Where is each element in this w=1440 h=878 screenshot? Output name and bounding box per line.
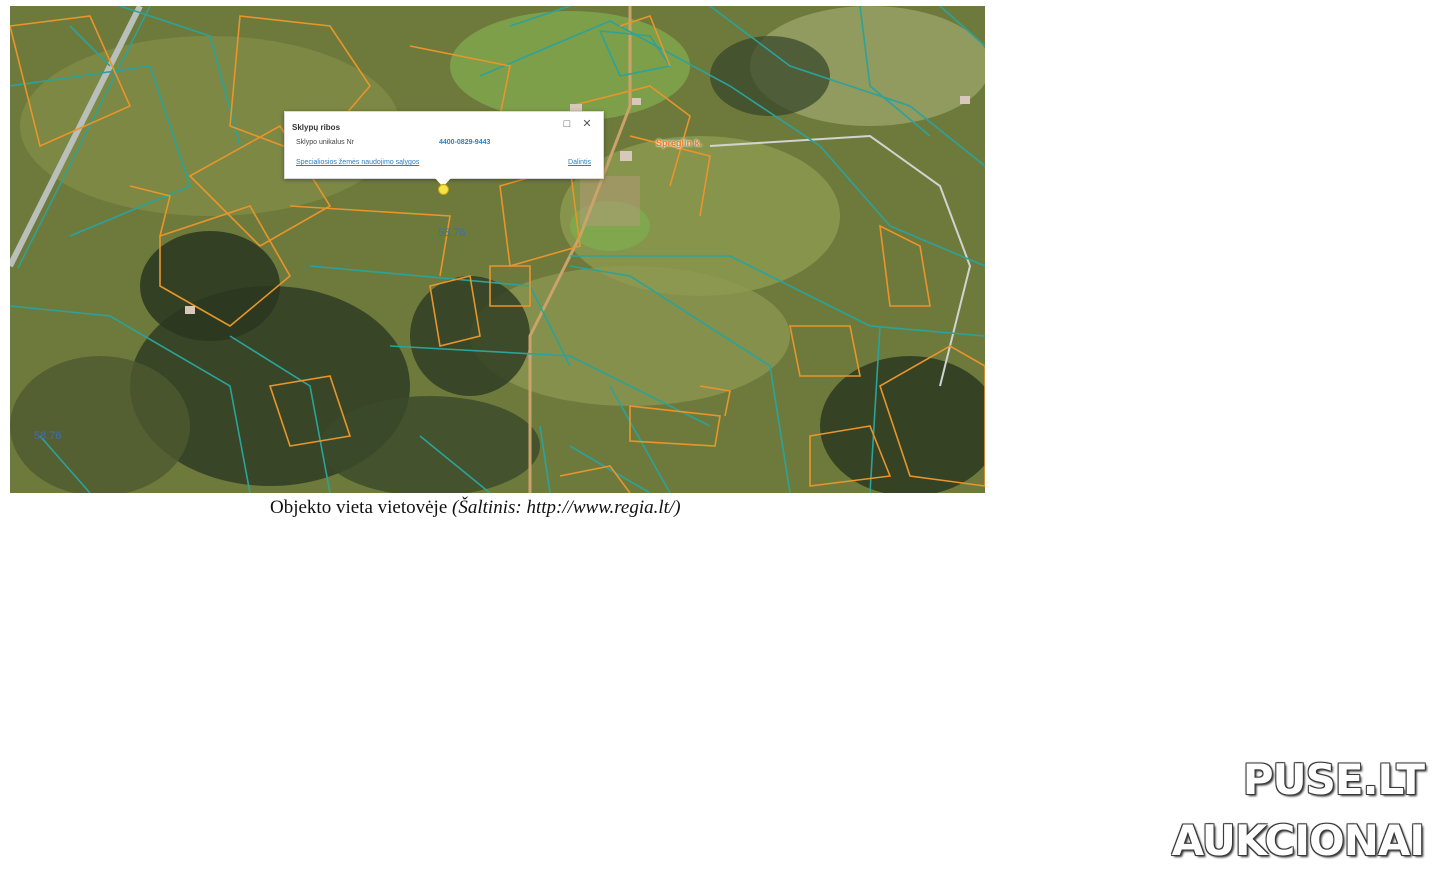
caption-text: Objekto vieta vietovėje [270, 497, 453, 518]
location-pin-icon[interactable] [438, 184, 449, 195]
watermark-line1: PUSE.LT [1242, 755, 1425, 804]
watermark-line2: AUKCIONAI [1171, 816, 1425, 865]
maximize-icon[interactable]: □ [561, 118, 573, 130]
parcel-area-label: 58.76 [438, 227, 466, 239]
caption-source: (Šaltinis: http://www.regia.lt/) [452, 497, 681, 518]
parcel-id-label: Sklypo unikalus Nr [296, 139, 354, 146]
map-view[interactable] [10, 6, 985, 493]
aerial-map [10, 6, 985, 493]
parcel-info-popup: Sklypų ribos □ ✕ Sklypo unikalus Nr 4400… [284, 111, 604, 187]
parcel-id-value: 4400-0829-9443 [439, 139, 491, 146]
parcel-area-label-2: 58.76 [34, 430, 62, 442]
share-link[interactable]: Dalintis [568, 159, 591, 166]
special-conditions-link[interactable]: Specialiosios žemės naudojimo sąlygos [296, 159, 419, 166]
popup-title: Sklypų ribos [292, 123, 341, 132]
village-label: Spreglin k. [656, 138, 703, 148]
map-caption: Objekto vieta vietovėje (Šaltinis: http:… [270, 497, 681, 519]
close-icon[interactable]: ✕ [581, 118, 593, 130]
